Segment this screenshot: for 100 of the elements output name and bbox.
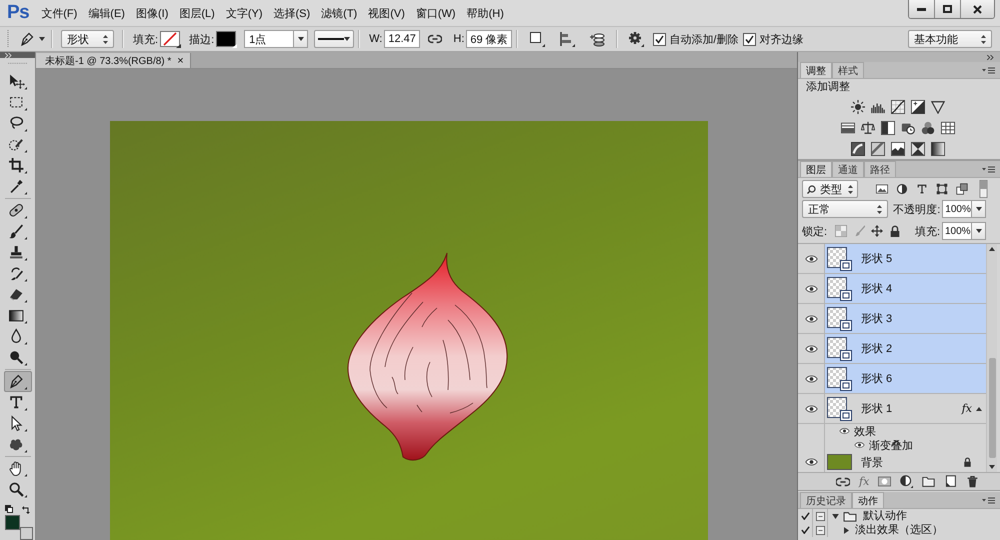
- eye-icon[interactable]: [854, 441, 865, 449]
- menu-item[interactable]: 文字(Y): [222, 4, 266, 22]
- panel-tab[interactable]: 通道: [832, 161, 864, 177]
- trash-icon[interactable]: [966, 475, 980, 488]
- settings-icon[interactable]: [628, 31, 644, 47]
- layer-row[interactable]: 形状 6: [798, 364, 986, 394]
- link-icon[interactable]: [428, 34, 442, 44]
- close-button[interactable]: [961, 0, 994, 18]
- scroll-down-icon[interactable]: [989, 465, 995, 469]
- opacity-field[interactable]: 100%: [942, 200, 972, 218]
- layer-row[interactable]: 形状 5: [798, 244, 986, 274]
- curve-graph-icon[interactable]: [891, 100, 905, 114]
- mask-icon[interactable]: [878, 475, 892, 488]
- align-icon[interactable]: [559, 31, 576, 47]
- effects-button[interactable]: fx: [859, 475, 870, 488]
- expanded-triangle-icon[interactable]: [832, 514, 839, 518]
- fill-swatch-icon[interactable]: [160, 30, 182, 48]
- default-colors-icon[interactable]: [4, 504, 12, 513]
- panel-tab[interactable]: 调整: [800, 62, 832, 78]
- overlap-circles-icon[interactable]: [921, 121, 935, 135]
- link-icon[interactable]: [836, 476, 850, 488]
- lock-icon[interactable]: [889, 225, 902, 237]
- panel-menu-icon[interactable]: [982, 496, 995, 504]
- checkmark-icon[interactable]: [800, 526, 810, 534]
- expand-icon[interactable]: [5, 52, 12, 58]
- scrollbar[interactable]: [986, 244, 997, 472]
- menu-item[interactable]: 图层(L): [176, 4, 218, 22]
- type-icon[interactable]: [916, 183, 928, 195]
- fill-field[interactable]: 100%: [942, 222, 972, 240]
- image-icon[interactable]: [876, 183, 888, 195]
- eye-icon[interactable]: [804, 344, 818, 354]
- smart-object-icon[interactable]: [956, 183, 968, 195]
- stroke-width-field[interactable]: 1点: [244, 30, 294, 48]
- layer-row[interactable]: 形状 2: [798, 334, 986, 364]
- menu-item[interactable]: 帮助(H): [464, 4, 507, 22]
- folder-icon[interactable]: [922, 475, 936, 488]
- line-style-dropdown[interactable]: [314, 30, 354, 48]
- dropdown-button[interactable]: [972, 222, 986, 240]
- stack-icon[interactable]: [589, 31, 606, 47]
- action-row[interactable]: 淡出效果（选区）: [798, 523, 1000, 537]
- new-layer-icon[interactable]: [944, 475, 958, 488]
- eye-icon[interactable]: [804, 314, 818, 324]
- half-square-icon[interactable]: [881, 121, 895, 135]
- bars-square-icon[interactable]: [841, 121, 855, 135]
- dialog-toggle-icon[interactable]: [816, 526, 824, 534]
- collapse-icon[interactable]: [987, 54, 994, 60]
- camera-icon[interactable]: [901, 121, 915, 135]
- eye-icon[interactable]: [839, 427, 850, 435]
- menu-item[interactable]: 视图(V): [365, 4, 408, 22]
- stripe-square-icon[interactable]: [871, 142, 885, 156]
- swap-arrows-icon[interactable]: [22, 504, 30, 514]
- filter-toggle[interactable]: [979, 180, 988, 198]
- checkmark-icon[interactable]: [800, 512, 810, 520]
- blend-mode-dropdown[interactable]: 正常: [802, 200, 888, 218]
- collapsed-triangle-icon[interactable]: [844, 526, 849, 534]
- eye-icon[interactable]: [804, 284, 818, 294]
- document-tab[interactable]: 未标题-1 @ 73.3%(RGB/8) * ×: [36, 53, 191, 68]
- dropdown-button[interactable]: [294, 30, 308, 48]
- close-tab-button[interactable]: ×: [177, 54, 184, 66]
- panel-tab[interactable]: 样式: [832, 62, 864, 78]
- gradient-square-icon[interactable]: [931, 142, 945, 156]
- menu-item[interactable]: 图像(I): [132, 4, 172, 22]
- panel-tab[interactable]: 动作: [852, 492, 884, 508]
- eye-icon[interactable]: [804, 254, 818, 264]
- action-row[interactable]: 默认动作: [798, 509, 1000, 523]
- checker-icon[interactable]: [835, 225, 848, 237]
- background-color-swatch[interactable]: [20, 527, 32, 540]
- curve-square-icon[interactable]: [851, 142, 865, 156]
- mode-dropdown[interactable]: 形状: [61, 30, 114, 48]
- menu-item[interactable]: 窗口(W): [412, 4, 459, 22]
- scroll-thumb[interactable]: [988, 358, 996, 458]
- half-circle-icon[interactable]: [896, 183, 908, 195]
- eye-icon[interactable]: [804, 374, 818, 384]
- maximize-button[interactable]: [935, 0, 961, 18]
- move-arrows-icon[interactable]: [871, 225, 884, 237]
- menu-item[interactable]: 文件(F): [38, 4, 80, 22]
- panel-menu-icon[interactable]: [982, 66, 995, 74]
- menu-item[interactable]: 滤镜(T): [318, 4, 360, 22]
- layer-row[interactable]: 形状 1 fx: [798, 394, 986, 424]
- dialog-toggle-icon[interactable]: [816, 512, 824, 520]
- menu-item[interactable]: 编辑(E): [85, 4, 128, 22]
- transform-icon[interactable]: [936, 183, 948, 195]
- layer-row[interactable]: 形状 3: [798, 304, 986, 334]
- workspace-dropdown[interactable]: 基本功能: [908, 30, 992, 48]
- layer-row[interactable]: 形状 4: [798, 274, 986, 304]
- stroke-swatch-icon[interactable]: [216, 30, 238, 48]
- hourglass-icon[interactable]: [911, 142, 925, 156]
- eye-icon[interactable]: [804, 457, 818, 467]
- square-icon[interactable]: [529, 31, 546, 47]
- scroll-up-icon[interactable]: [989, 247, 995, 251]
- height-field[interactable]: 69 像素: [466, 30, 512, 48]
- width-field[interactable]: 12.47: [384, 30, 420, 48]
- half-circle-icon[interactable]: [900, 475, 914, 488]
- filter-dropdown[interactable]: 类型: [802, 180, 858, 198]
- panel-tab[interactable]: 路径: [864, 161, 896, 177]
- panel-tab[interactable]: 历史记录: [800, 492, 852, 508]
- minimize-button[interactable]: [909, 0, 935, 18]
- panel-tab[interactable]: 图层: [800, 161, 832, 177]
- menu-item[interactable]: 选择(S): [270, 4, 314, 22]
- panel-menu-icon[interactable]: [982, 166, 995, 172]
